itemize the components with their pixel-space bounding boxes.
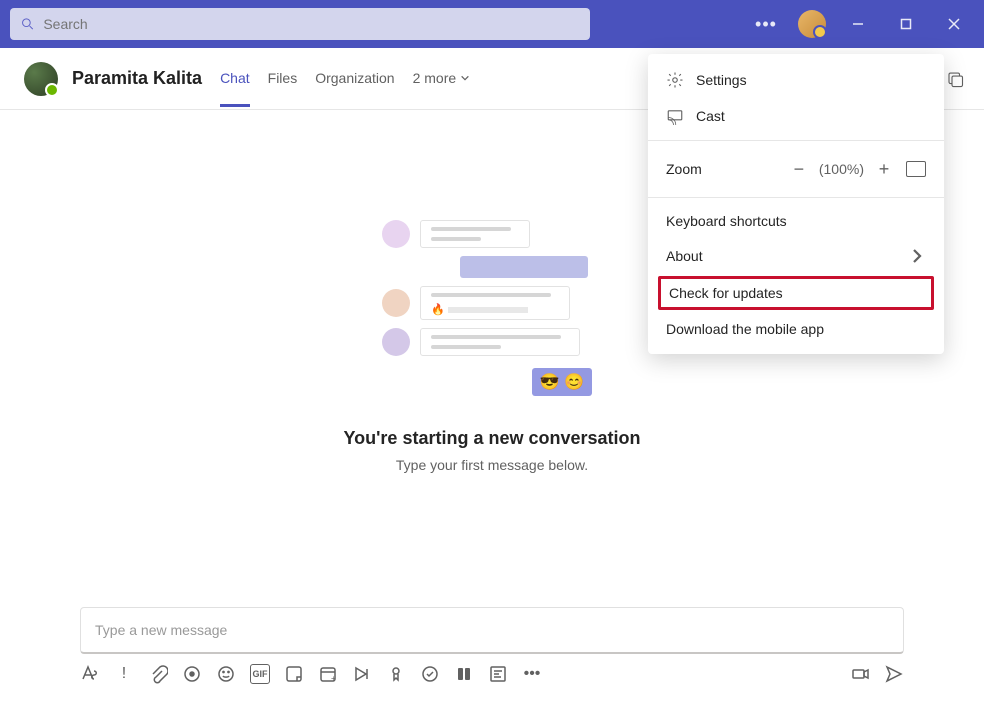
viva-button[interactable] [454, 664, 474, 684]
sticker-button[interactable] [284, 664, 304, 684]
chevron-right-icon [908, 247, 926, 265]
camera-button[interactable] [850, 664, 870, 684]
loop-button[interactable] [182, 664, 202, 684]
praise-button[interactable] [386, 664, 406, 684]
menu-about-label: About [666, 248, 703, 264]
highlight-box: Check for updates [658, 276, 934, 310]
close-button[interactable] [932, 2, 976, 46]
more-button[interactable]: ••• [522, 664, 542, 684]
compose-input[interactable]: Type a new message [80, 607, 904, 654]
menu-about[interactable]: About [648, 238, 944, 274]
menu-cast-label: Cast [696, 108, 725, 124]
tab-files[interactable]: Files [268, 50, 298, 107]
menu-settings-label: Settings [696, 72, 747, 88]
emoji-button[interactable] [216, 664, 236, 684]
menu-keyboard-shortcuts[interactable]: Keyboard shortcuts [648, 204, 944, 238]
empty-subtitle: Type your first message below. [343, 457, 640, 473]
svg-text:+: + [331, 674, 336, 683]
zoom-in-button[interactable]: + [872, 157, 896, 181]
menu-divider [648, 197, 944, 198]
format-button[interactable] [80, 664, 100, 684]
settings-dropdown: Settings Cast Zoom − (100%) + Keyboard s… [648, 54, 944, 354]
menu-settings[interactable]: Settings [648, 62, 944, 98]
priority-button[interactable]: ! [114, 664, 134, 684]
search-box[interactable] [10, 8, 590, 40]
approval-button[interactable] [420, 664, 440, 684]
cast-icon [666, 107, 684, 125]
zoom-out-button[interactable]: − [787, 157, 811, 181]
contact-avatar[interactable] [24, 62, 58, 96]
title-bar: ••• [0, 0, 984, 48]
user-avatar[interactable] [798, 10, 826, 38]
tab-organization[interactable]: Organization [315, 50, 394, 107]
attach-button[interactable] [148, 664, 168, 684]
minimize-button[interactable] [836, 2, 880, 46]
chevron-down-icon [460, 73, 470, 83]
menu-download-mobile[interactable]: Download the mobile app [648, 312, 944, 346]
gear-icon [666, 71, 684, 89]
compose-area: Type a new message ! GIF + ••• [80, 607, 904, 684]
more-menu-button[interactable]: ••• [744, 2, 788, 46]
send-button[interactable] [884, 664, 904, 684]
search-input[interactable] [43, 16, 580, 32]
menu-divider [648, 140, 944, 141]
menu-shortcuts-label: Keyboard shortcuts [666, 213, 787, 229]
popout-icon[interactable] [946, 70, 964, 88]
menu-check-updates[interactable]: Check for updates [661, 279, 931, 307]
poll-button[interactable] [488, 664, 508, 684]
menu-check-updates-label: Check for updates [669, 285, 783, 301]
zoom-percent: (100%) [819, 161, 864, 177]
compose-toolbar: ! GIF + ••• [80, 664, 904, 684]
tab-more[interactable]: 2 more [413, 50, 471, 107]
menu-download-label: Download the mobile app [666, 321, 824, 337]
fullscreen-button[interactable] [906, 161, 926, 177]
zoom-label: Zoom [666, 161, 787, 177]
empty-title: You're starting a new conversation [343, 428, 640, 449]
gif-button[interactable]: GIF [250, 664, 270, 684]
stream-button[interactable] [352, 664, 372, 684]
menu-zoom: Zoom − (100%) + [648, 147, 944, 191]
maximize-button[interactable] [884, 2, 928, 46]
search-icon [20, 16, 35, 32]
tab-chat[interactable]: Chat [220, 50, 250, 107]
schedule-button[interactable]: + [318, 664, 338, 684]
menu-cast[interactable]: Cast [648, 98, 944, 134]
tab-more-label: 2 more [413, 70, 457, 86]
illustration: 🔥 😎 😊 [382, 220, 602, 400]
contact-name: Paramita Kalita [72, 68, 202, 89]
